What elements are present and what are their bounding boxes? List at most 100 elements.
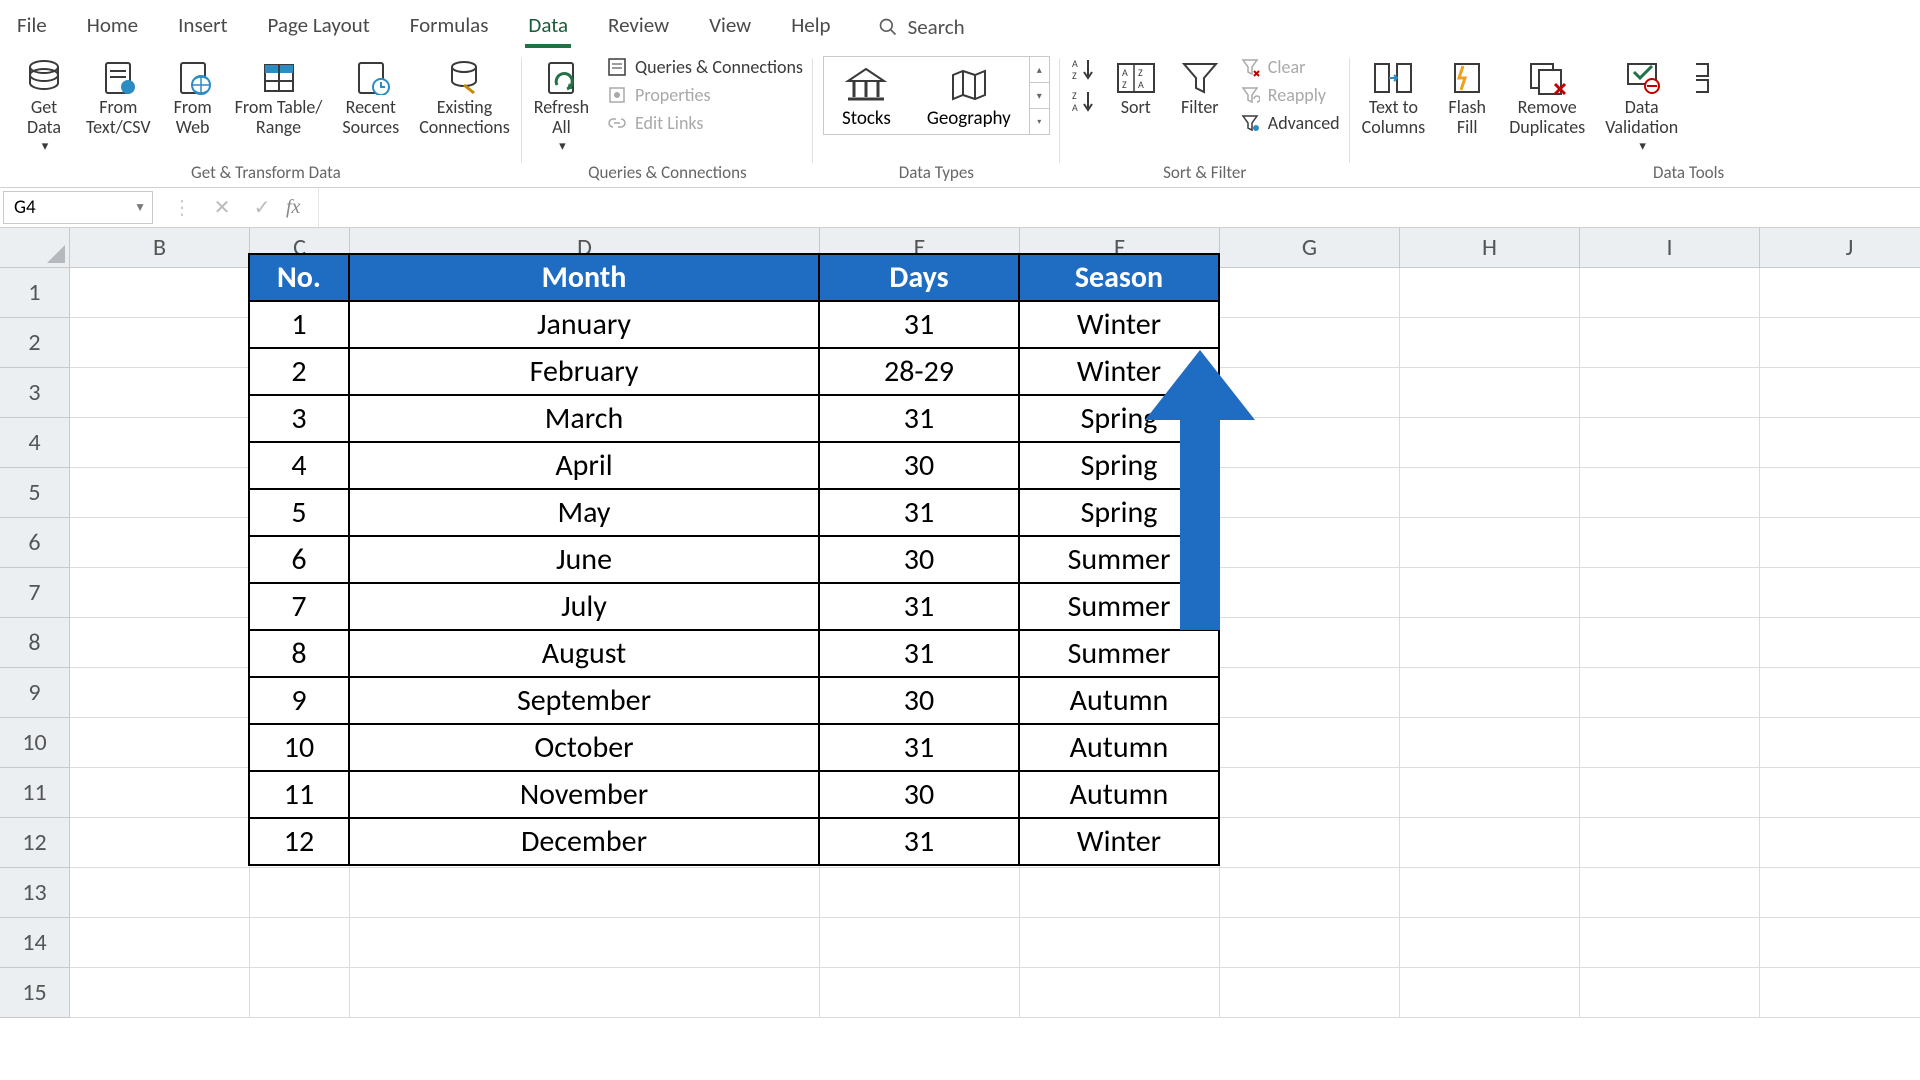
datatype-more[interactable]: ▾ xyxy=(1029,108,1049,134)
column-header[interactable]: G xyxy=(1220,228,1400,268)
cell[interactable] xyxy=(1220,618,1400,668)
existing-connections-button[interactable]: Existing Connections xyxy=(417,56,512,140)
cell[interactable] xyxy=(1220,318,1400,368)
table-cell[interactable]: 6 xyxy=(249,536,349,583)
row-header[interactable]: 8 xyxy=(0,618,70,668)
cell[interactable] xyxy=(1400,568,1580,618)
cell[interactable] xyxy=(1400,468,1580,518)
cell[interactable] xyxy=(1760,518,1920,568)
cell[interactable] xyxy=(1400,768,1580,818)
cell[interactable] xyxy=(1760,968,1920,1018)
name-box[interactable]: G4 ▼ xyxy=(3,191,153,224)
row-header[interactable]: 14 xyxy=(0,918,70,968)
tab-home[interactable]: Home xyxy=(84,6,141,48)
table-cell[interactable]: 1 xyxy=(249,301,349,348)
cell[interactable] xyxy=(70,468,250,518)
cell[interactable] xyxy=(1580,668,1760,718)
cell[interactable] xyxy=(70,418,250,468)
cell[interactable] xyxy=(1760,818,1920,868)
table-cell[interactable]: Spring xyxy=(1019,395,1219,442)
table-cell[interactable]: 3 xyxy=(249,395,349,442)
datatype-stocks[interactable]: Stocks xyxy=(824,57,909,134)
table-cell[interactable]: March xyxy=(349,395,819,442)
tab-formulas[interactable]: Formulas xyxy=(407,6,492,48)
datatype-geography[interactable]: Geography xyxy=(909,57,1029,134)
cell[interactable] xyxy=(1760,568,1920,618)
table-cell[interactable]: October xyxy=(349,724,819,771)
cell[interactable] xyxy=(70,368,250,418)
table-cell[interactable]: Winter xyxy=(1019,818,1219,865)
table-cell[interactable]: 30 xyxy=(819,771,1019,818)
table-cell[interactable]: 4 xyxy=(249,442,349,489)
cell[interactable] xyxy=(1580,768,1760,818)
cell[interactable] xyxy=(1580,318,1760,368)
cell[interactable] xyxy=(1400,968,1580,1018)
column-header[interactable]: J xyxy=(1760,228,1920,268)
properties-button[interactable]: Properties xyxy=(607,84,803,106)
table-cell[interactable]: 31 xyxy=(819,818,1019,865)
cell[interactable] xyxy=(70,668,250,718)
sort-asc-button[interactable]: AZ xyxy=(1070,56,1096,82)
cell[interactable] xyxy=(70,868,250,918)
cell[interactable] xyxy=(70,718,250,768)
cell[interactable] xyxy=(1760,768,1920,818)
table-cell[interactable]: Winter xyxy=(1019,348,1219,395)
datatype-up[interactable]: ▴ xyxy=(1029,57,1049,82)
row-header[interactable]: 3 xyxy=(0,368,70,418)
row-header[interactable]: 5 xyxy=(0,468,70,518)
table-cell[interactable]: Summer xyxy=(1019,630,1219,677)
select-all-button[interactable] xyxy=(0,228,70,268)
table-cell[interactable]: September xyxy=(349,677,819,724)
fx-cancel-button[interactable]: ✕ xyxy=(206,195,238,220)
search-box[interactable]: Search xyxy=(878,14,965,40)
row-header[interactable]: 11 xyxy=(0,768,70,818)
table-cell[interactable]: June xyxy=(349,536,819,583)
table-cell[interactable]: 31 xyxy=(819,630,1019,677)
refresh-all-button[interactable]: Refresh All▾ xyxy=(532,56,591,156)
remove-duplicates-button[interactable]: Remove Duplicates xyxy=(1507,56,1587,140)
filter-button[interactable]: Filter xyxy=(1176,56,1224,120)
cell[interactable] xyxy=(1580,468,1760,518)
cell[interactable] xyxy=(70,918,250,968)
cell[interactable] xyxy=(1220,818,1400,868)
tab-help[interactable]: Help xyxy=(788,6,833,48)
cell[interactable] xyxy=(1400,518,1580,568)
cell[interactable] xyxy=(1580,618,1760,668)
cell[interactable] xyxy=(1580,368,1760,418)
cell[interactable] xyxy=(250,918,350,968)
from-textcsv-button[interactable]: From Text/CSV xyxy=(84,56,153,140)
get-data-button[interactable]: Get Data▾ xyxy=(20,56,68,156)
cell[interactable] xyxy=(70,268,250,318)
row-header[interactable]: 12 xyxy=(0,818,70,868)
cell[interactable] xyxy=(1220,368,1400,418)
queries-connections-button[interactable]: Queries & Connections xyxy=(607,56,803,78)
cell[interactable] xyxy=(820,868,1020,918)
cell[interactable] xyxy=(1220,518,1400,568)
cell[interactable] xyxy=(1760,418,1920,468)
cell[interactable] xyxy=(70,968,250,1018)
from-web-button[interactable]: From Web xyxy=(169,56,217,140)
cell[interactable] xyxy=(1220,418,1400,468)
cell[interactable] xyxy=(70,768,250,818)
fx-accept-button[interactable]: ✓ xyxy=(246,195,278,220)
cell[interactable] xyxy=(1580,418,1760,468)
table-cell[interactable]: 31 xyxy=(819,583,1019,630)
table-cell[interactable]: July xyxy=(349,583,819,630)
cell[interactable] xyxy=(1220,868,1400,918)
table-cell[interactable]: 7 xyxy=(249,583,349,630)
cell[interactable] xyxy=(1220,918,1400,968)
table-cell[interactable]: 10 xyxy=(249,724,349,771)
cell[interactable] xyxy=(1760,668,1920,718)
tab-page-layout[interactable]: Page Layout xyxy=(264,6,372,48)
tab-file[interactable]: File xyxy=(14,6,50,48)
formula-input[interactable] xyxy=(318,188,1920,227)
table-cell[interactable]: January xyxy=(349,301,819,348)
table-cell[interactable]: Spring xyxy=(1019,442,1219,489)
cell[interactable] xyxy=(1760,618,1920,668)
tab-insert[interactable]: Insert xyxy=(175,6,230,48)
clear-filter-button[interactable]: Clear xyxy=(1240,56,1340,78)
cell[interactable] xyxy=(1400,318,1580,368)
cell[interactable] xyxy=(1580,718,1760,768)
cell[interactable] xyxy=(1400,818,1580,868)
cell[interactable] xyxy=(1220,718,1400,768)
